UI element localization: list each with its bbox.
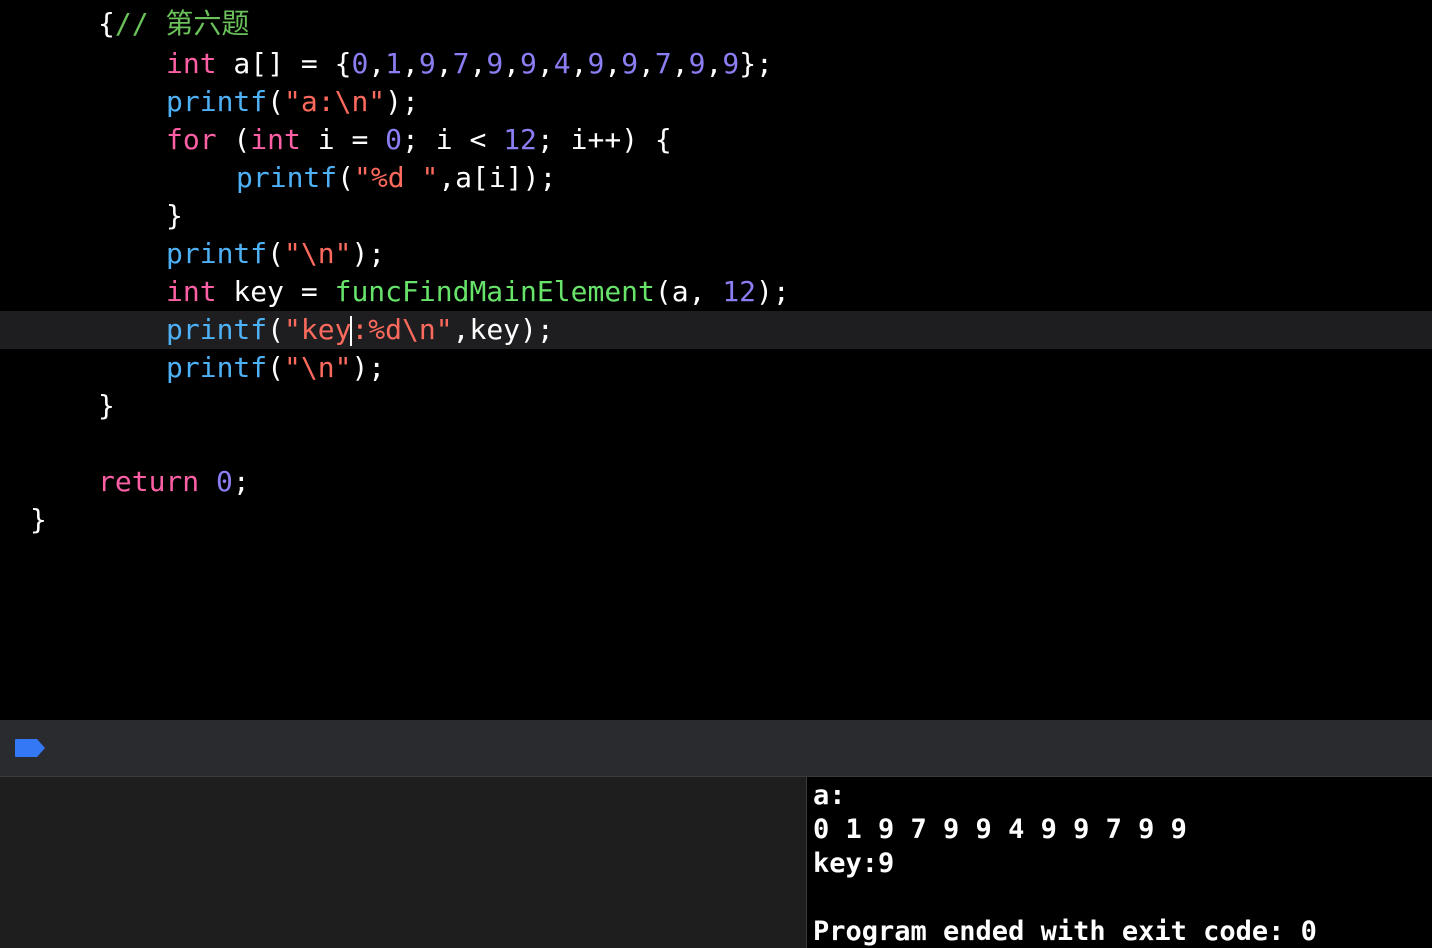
code-token: 0	[351, 47, 369, 80]
variables-view[interactable]	[0, 777, 806, 948]
code-token: printf	[166, 351, 268, 384]
code-token: 7	[452, 47, 470, 80]
code-token: ; i <	[402, 123, 504, 156]
code-line-current[interactable]: printf("key:%d\n",key);	[0, 311, 1432, 349]
code-token: printf	[166, 85, 268, 118]
code-token: "%d "	[354, 161, 439, 194]
code-token: }	[30, 503, 47, 536]
code-line[interactable]: printf("%d ",a[i]);	[0, 159, 1432, 197]
console-line: a:	[813, 780, 846, 811]
code-token: ,	[469, 47, 487, 80]
code-token: ,	[503, 47, 521, 80]
code-token: (	[216, 123, 251, 156]
code-token: ,	[435, 47, 453, 80]
code-token: for	[166, 123, 217, 156]
code-token: // 第六题	[114, 7, 250, 40]
code-token: }	[166, 199, 183, 232]
code-token: "\n"	[284, 237, 352, 270]
code-token: ,key);	[452, 313, 554, 346]
code-token: int	[250, 123, 301, 156]
code-token: 0	[216, 465, 233, 498]
code-line[interactable]: return 0;	[0, 463, 1432, 501]
code-token: 9	[486, 47, 504, 80]
code-token: 12	[722, 275, 757, 308]
code-token: key =	[216, 275, 335, 308]
code-token: ,	[604, 47, 622, 80]
code-token: 9	[418, 47, 436, 80]
code-line[interactable]: }	[0, 387, 1432, 425]
code-token: (	[267, 313, 285, 346]
code-token: return	[98, 465, 200, 498]
code-editor[interactable]: {// 第六题 int a[] = {0,1,9,7,9,9,4,9,9,7,9,…	[0, 0, 1432, 720]
code-token: (	[267, 237, 285, 270]
code-token: 9	[520, 47, 537, 80]
code-token: 7	[654, 47, 672, 80]
code-token: );	[756, 275, 790, 308]
code-token: printf	[166, 237, 268, 270]
code-token: ; i++) {	[536, 123, 672, 156]
code-token: a[] = {	[216, 47, 352, 80]
code-token: 4	[553, 47, 571, 80]
code-line[interactable]: }	[0, 197, 1432, 235]
code-token: funcFindMainElement	[334, 275, 655, 308]
code-line[interactable]: printf("\n");	[0, 235, 1432, 273]
code-token: i =	[300, 123, 386, 156]
breakpoint-shape	[15, 739, 45, 757]
console-line: key:9	[813, 848, 895, 879]
code-token: 9	[621, 47, 639, 80]
code-line[interactable]: printf("\n");	[0, 349, 1432, 387]
code-token: ;	[232, 465, 250, 498]
console-line: 0 1 9 7 9 9 4 9 9 7 9 9	[813, 814, 1187, 845]
console-output[interactable]: a: 0 1 9 7 9 9 4 9 9 7 9 9 key:9 Program en…	[807, 777, 1432, 948]
code-token: "\n"	[284, 351, 352, 384]
code-token: };	[739, 47, 773, 80]
code-token: ,a[i]);	[438, 161, 557, 194]
code-token: "key	[284, 313, 352, 346]
code-token: ,	[570, 47, 588, 80]
code-token: );	[351, 237, 386, 270]
code-token: );	[385, 85, 419, 118]
code-token: "a:\n"	[284, 85, 386, 118]
code-token: int	[166, 47, 217, 80]
code-token: (	[267, 85, 285, 118]
code-token: ,	[671, 47, 689, 80]
code-token: {	[98, 7, 115, 40]
code-line[interactable]: for (int i = 0; i < 12; i++) {	[0, 121, 1432, 159]
code-token: 9	[587, 47, 605, 80]
code-line[interactable]: int a[] = {0,1,9,7,9,9,4,9,9,7,9,9};	[0, 45, 1432, 83]
code-token: 0	[385, 123, 403, 156]
code-token: ,	[402, 47, 419, 80]
code-token: ,	[705, 47, 723, 80]
code-token: 9	[722, 47, 740, 80]
code-token: );	[351, 351, 386, 384]
code-token: 9	[688, 47, 706, 80]
code-token: (	[267, 351, 285, 384]
code-token: }	[98, 389, 115, 422]
code-line[interactable]: }	[0, 501, 1432, 539]
debug-bar	[0, 720, 1432, 777]
code-line[interactable]: {// 第六题	[0, 5, 1432, 43]
code-token: printf	[166, 313, 268, 346]
code-token: (	[337, 161, 355, 194]
code-token: 12	[503, 123, 537, 156]
code-line[interactable]: int key = funcFindMainElement(a, 12);	[0, 273, 1432, 311]
code-token: int	[166, 275, 217, 308]
console-line: Program ended with exit code: 0	[813, 916, 1317, 947]
code-token: (a,	[654, 275, 723, 308]
code-token: :%d\n"	[351, 313, 453, 346]
code-token: ,	[368, 47, 386, 80]
code-line[interactable]	[0, 425, 1432, 463]
code-line[interactable]: printf("a:\n");	[0, 83, 1432, 121]
breakpoints-toggle-icon[interactable]	[14, 738, 46, 758]
code-token: ,	[638, 47, 655, 80]
code-token: ,	[536, 47, 554, 80]
code-token: printf	[236, 161, 338, 194]
code-token: 1	[385, 47, 403, 80]
